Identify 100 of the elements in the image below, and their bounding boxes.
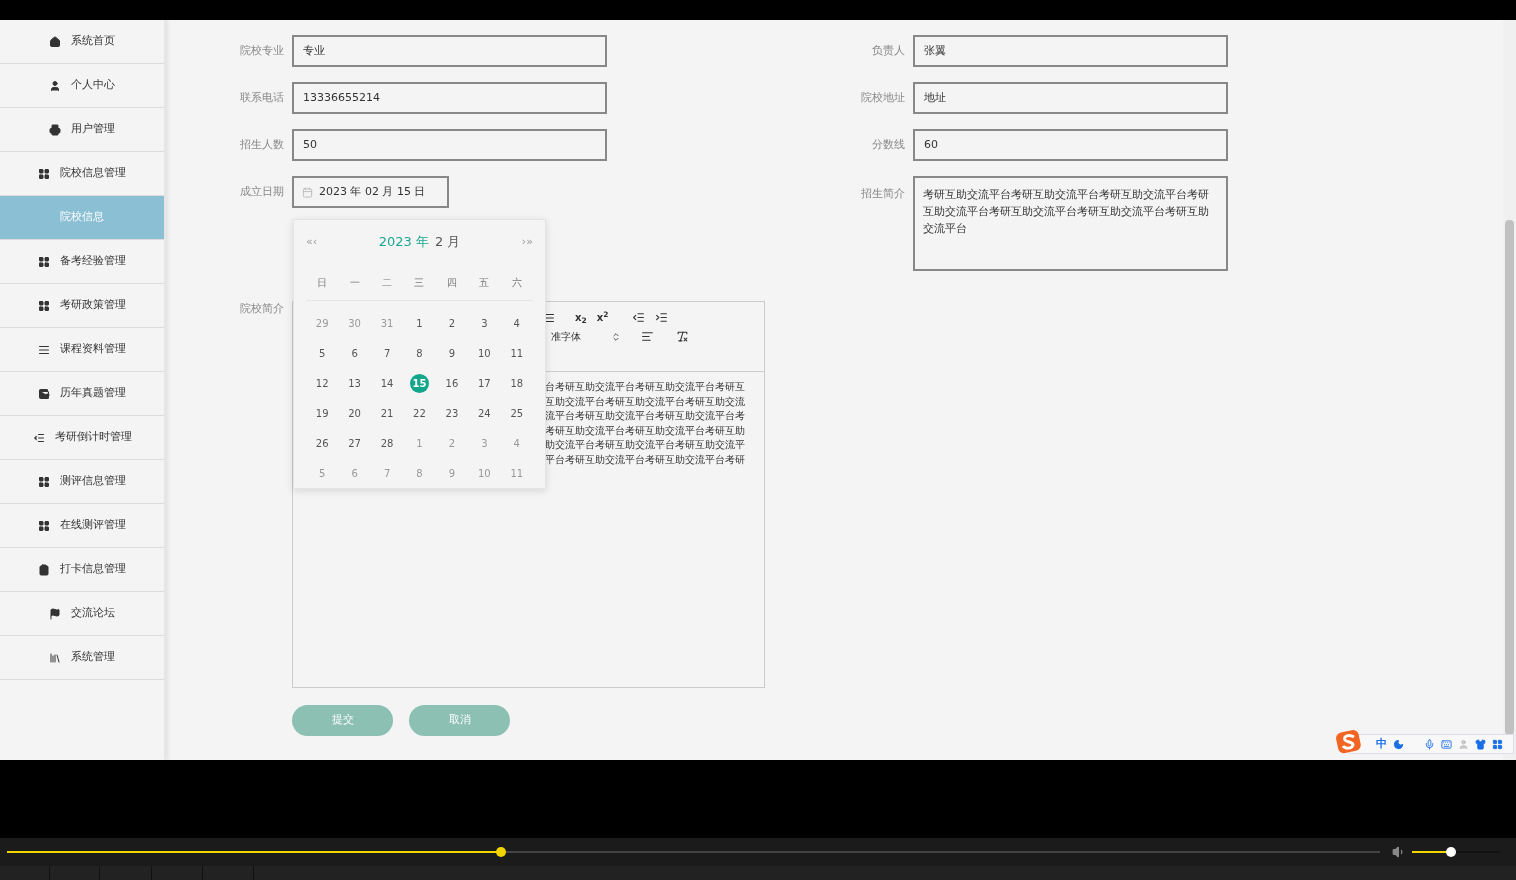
calendar-day[interactable]: 16 <box>442 374 462 393</box>
field-label: 院校专业 <box>239 42 284 59</box>
moon-icon[interactable] <box>1393 738 1404 750</box>
editor-text-line: 互助交流平台考研互助交流平台考研互助交流 <box>545 394 746 409</box>
grid-icon <box>38 255 50 268</box>
text-input[interactable]: 张翼 <box>913 35 1228 67</box>
sidebar-item[interactable]: 个人中心 <box>0 64 164 108</box>
date-input[interactable]: 2023 年 02 月 15 日 <box>292 176 449 208</box>
sidebar-item[interactable]: 在线测评管理 <box>0 504 164 548</box>
user-icon <box>49 79 61 92</box>
keyboard-icon[interactable] <box>1441 738 1452 750</box>
books-icon <box>49 651 61 664</box>
text-input[interactable]: 60 <box>913 129 1228 161</box>
weekday-label: 五 <box>478 275 491 290</box>
list-icon <box>38 343 50 356</box>
calendar-day[interactable]: 2 <box>442 314 462 333</box>
text-area-value: 考研互助交流平台考研互助交流平台考研互助交流平台考研互助交流平台考研互助交流平台考研互助交流平台考研互助交流平台 <box>923 188 1209 235</box>
sidebar-item[interactable]: 测评信息管理 <box>0 460 164 504</box>
field-label: 分数线 <box>871 136 905 153</box>
ime-mode[interactable]: 中 <box>1376 735 1387 753</box>
indent-icon[interactable] <box>655 311 669 324</box>
text-input[interactable]: 50 <box>292 129 607 161</box>
calendar-day[interactable]: 10 <box>474 344 494 363</box>
calendar-day[interactable]: 19 <box>312 404 332 423</box>
scrollbar[interactable] <box>1503 20 1516 760</box>
grid-icon <box>38 519 50 532</box>
calendar-day[interactable]: 20 <box>345 404 365 423</box>
editor-text-line: 考研互助交流平台考研互助交流平台考研互助 <box>545 423 746 438</box>
flag-icon <box>49 607 61 620</box>
calendar-day[interactable]: 26 <box>312 434 332 453</box>
weekday-label: 日 <box>316 275 329 290</box>
calendar-day[interactable]: 3 <box>474 314 494 333</box>
weekday-label: 一 <box>348 275 361 290</box>
field-label: 院校地址 <box>860 89 905 106</box>
field-label: 招生简介 <box>860 186 905 202</box>
sidebar-item[interactable]: 交流论坛 <box>0 592 164 636</box>
calendar-day[interactable]: 12 <box>312 374 332 393</box>
calendar-day[interactable]: 18 <box>507 374 527 393</box>
sidebar-item[interactable]: 系统首页 <box>0 20 164 64</box>
clear-format-icon[interactable] <box>676 330 689 343</box>
grid-icon <box>38 475 50 488</box>
calendar-day[interactable]: 25 <box>507 404 527 423</box>
field-label: 成立日期 <box>239 183 284 200</box>
align-icon[interactable] <box>641 330 654 343</box>
calendar-day[interactable]: 28 <box>377 434 397 453</box>
field-label: 院校简介 <box>239 301 284 317</box>
sidebar-item[interactable]: 考研倒计时管理 <box>0 416 164 460</box>
calendar-day[interactable]: 14 <box>377 374 397 393</box>
editor-text-line: 台考研互助交流平台考研互助交流平台考研互 <box>545 380 746 394</box>
align-icon[interactable] <box>543 311 555 324</box>
field-label: 招生人数 <box>239 136 284 153</box>
superscript-button[interactable]: x$^{2}$ <box>596 310 609 325</box>
sidebar-item[interactable]: 考研政策管理 <box>0 284 164 328</box>
font-select[interactable]: 准字体 <box>551 329 611 344</box>
calendar-day[interactable]: 5 <box>312 344 332 363</box>
editor-text-line: 平台考研互助交流平台考研互助交流平台考研 <box>545 452 746 467</box>
calendar-day[interactable]: 27 <box>345 434 365 453</box>
weekday-label: 六 <box>510 275 523 290</box>
calendar-day[interactable]: 21 <box>377 404 397 423</box>
weekday-label: 二 <box>381 275 394 290</box>
calendar-day[interactable]: 11 <box>507 344 527 363</box>
field-label: 负责人 <box>871 42 905 59</box>
calendar-day[interactable]: 13 <box>345 374 365 393</box>
calendar-day[interactable]: 4 <box>507 314 527 333</box>
calendar-day[interactable]: 7 <box>377 344 397 363</box>
calendar-day[interactable]: 6 <box>345 344 365 363</box>
calendar-day[interactable]: 1 <box>410 314 429 333</box>
grid-icon <box>38 167 50 180</box>
grid-icon[interactable] <box>1492 738 1503 750</box>
outdent-icon[interactable] <box>632 311 646 324</box>
select-arrow-icon <box>611 331 621 342</box>
text-input[interactable]: 地址 <box>913 82 1228 114</box>
shirt-icon[interactable] <box>1475 738 1486 750</box>
month-selector[interactable]: 2 月 <box>434 232 461 252</box>
sidebar-item[interactable]: 用户管理 <box>0 108 164 152</box>
weekday-label: 四 <box>445 275 458 290</box>
calendar-day[interactable]: 8 <box>410 344 429 363</box>
editor-text-line: 流平台考研互助交流平台考研互助交流平台考 <box>545 409 746 423</box>
calendar-day[interactable]: 17 <box>474 374 494 393</box>
progress-thumb[interactable] <box>496 847 507 857</box>
grid-icon <box>38 299 50 312</box>
microphone-icon[interactable] <box>1424 738 1435 750</box>
sidebar-item[interactable]: 备考经验管理 <box>0 240 164 284</box>
text-area[interactable]: 考研互助交流平台考研互助交流平台考研互助交流平台考研互助交流平台考研互助交流平台考研互助交流平台考研互助交流平台 <box>913 176 1228 271</box>
calendar-day[interactable]: 24 <box>474 404 494 423</box>
indent-list-icon <box>32 431 45 444</box>
text-input[interactable]: 专业 <box>292 35 607 67</box>
calendar-day[interactable]: 23 <box>442 404 462 423</box>
calendar-icon <box>302 186 313 198</box>
sidebar-item[interactable]: 历年真题管理 <box>0 372 164 416</box>
subscript-button[interactable]: x$_{2}$ <box>575 310 587 325</box>
sidebar-item[interactable]: 课程资料管理 <box>0 328 164 372</box>
calendar-day[interactable]: 9 <box>442 344 462 363</box>
volume-thumb[interactable] <box>1445 847 1456 857</box>
sidebar-item[interactable]: 打卡信息管理 <box>0 548 164 592</box>
editor-text-line: 助交流平台考研互助交流平台考研互助交流平 <box>545 438 746 452</box>
sidebar-item[interactable]: 系统管理 <box>0 636 164 680</box>
text-input[interactable]: 13336655214 <box>292 82 607 114</box>
calendar-day[interactable]: 22 <box>410 404 429 423</box>
wallet-icon <box>38 387 50 400</box>
